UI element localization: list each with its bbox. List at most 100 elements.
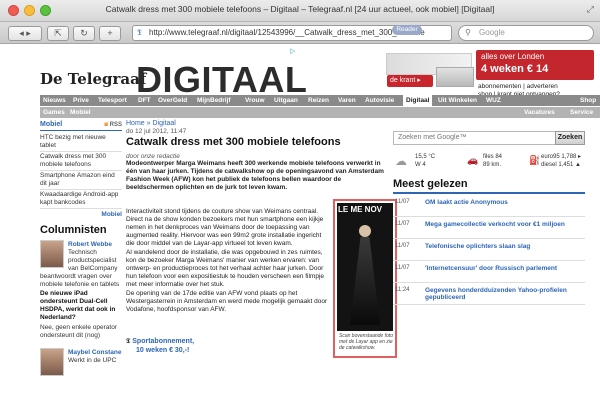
nav-item-uit-winkelen[interactable]: Uit Winkelen xyxy=(438,95,477,106)
most-read-title[interactable]: Mega gamecollectie verkocht voor €1 milj… xyxy=(425,221,583,228)
most-read-heading: Meest gelezen xyxy=(393,178,468,190)
url-text: http://www.telegraaf.nl/digitaal/1254399… xyxy=(149,28,425,37)
nav-item-wuz[interactable]: WUZ xyxy=(486,95,501,106)
nav-item-uitgaan[interactable]: Uitgaan xyxy=(274,95,298,106)
reload-icon[interactable]: ↻ xyxy=(73,26,95,41)
subnav-item-mobiel[interactable]: Mobiel xyxy=(70,107,91,118)
nav-item-reizen[interactable]: Reizen xyxy=(308,95,329,106)
article-title: Catwalk dress met 300 mobiele telefoons xyxy=(126,136,341,148)
columnist-description: beantwoordt vragen over mobiele telefoni… xyxy=(40,273,120,288)
reader-button[interactable]: Reader xyxy=(392,25,422,35)
telegraaf-t-icon: 𝕿 xyxy=(126,338,131,345)
ad-line-2: 4 weken € 14 xyxy=(481,63,549,75)
krant-badge[interactable]: de krant ▸ xyxy=(387,75,433,87)
article-body: Interactiviteit stond tijdens de couture… xyxy=(126,208,328,314)
sport-subscription-link[interactable]: 𝕿 Sportabonnement, 10 weken € 30,-! xyxy=(126,337,194,355)
columnist-avatar[interactable] xyxy=(40,240,64,268)
article-paragraph: Al wandelend door de installatie, die wa… xyxy=(126,249,325,288)
zoom-window-button[interactable] xyxy=(40,5,51,16)
fuel-euro95[interactable]: euro95 1,788 ▸ xyxy=(541,154,581,161)
add-tab-icon[interactable]: + xyxy=(99,26,121,41)
most-read-title[interactable]: OM laakt actie Anonymous xyxy=(425,199,583,206)
info-strip: ☁ 15,5 °C W 4 🚗 files 84 89 km. ⛽ euro95… xyxy=(393,152,585,172)
nav-item-nieuws[interactable]: Nieuws xyxy=(43,95,66,106)
search-icon: ⚲ xyxy=(465,28,471,37)
model-dress xyxy=(350,237,380,325)
most-read-title[interactable]: Gegevens honderdduizenden Yahoo-profiele… xyxy=(425,287,583,301)
article-paragraph: Interactiviteit stond tijdens de couture… xyxy=(126,208,324,247)
sidebar-more-link[interactable]: Mobiel xyxy=(40,211,122,218)
figure-caption: Scan bovenstaande foto met de Layar app … xyxy=(339,333,393,351)
fullscreen-icon[interactable]: ⤢ xyxy=(587,4,594,15)
columnist-headline[interactable]: De nieuwe iPad ondersteunt Dual-Cell HSD… xyxy=(40,290,122,322)
primary-nav: Nieuws Prive Telesport DFT OverGeld Mijn… xyxy=(40,95,600,106)
nav-item-telesport[interactable]: Telesport xyxy=(98,95,127,106)
most-read-date: 11/07 xyxy=(395,221,410,227)
window-titlebar: Catwalk dress met 300 mobiele telefoons … xyxy=(0,0,600,22)
ad-choice-icon[interactable]: ▷ xyxy=(290,47,295,55)
most-read-item[interactable]: 11/07 OM laakt actie Anonymous xyxy=(393,195,585,217)
sidebar: Mobiel ◙ RSS HTC bezig met nieuwe tablet… xyxy=(40,120,122,390)
ad-line-1: alles over Londen xyxy=(481,52,545,61)
breadcrumb[interactable]: Home » Digitaal xyxy=(126,120,386,127)
most-read-item[interactable]: 11/07 Mega gamecollectie verkocht voor €… xyxy=(393,217,585,239)
back-forward-buttons[interactable]: ◂ ▸ xyxy=(8,26,42,41)
photo-backdrop-text: LE ME NOV xyxy=(338,205,383,214)
promo-link-1[interactable]: abonnementen | adverteren xyxy=(478,83,596,91)
weather-temp[interactable]: 15,5 °C xyxy=(415,154,435,161)
traffic-files[interactable]: files 84 xyxy=(483,154,502,161)
columnist-avatar[interactable] xyxy=(40,348,64,376)
columnist-name[interactable]: Robert Webbe xyxy=(68,241,122,249)
nav-item-shop[interactable]: Shop xyxy=(580,95,596,106)
fuel-pump-icon: ⛽ xyxy=(529,155,541,165)
sidebar-item-htc[interactable]: HTC bezig met nieuwe tablet xyxy=(40,134,122,152)
nav-item-autovisie[interactable]: Autovisie xyxy=(365,95,394,106)
traffic-km: 89 km. xyxy=(483,162,502,168)
most-read-title[interactable]: 'Internetcensuur' door Russisch parlemen… xyxy=(425,265,583,272)
columnist-teaser: Nee, geen enkele operator ondersteunt di… xyxy=(40,324,117,339)
subnav-item-vacatures[interactable]: Vacatures xyxy=(524,107,555,118)
nav-item-vrouw[interactable]: Vrouw xyxy=(245,95,265,106)
sidebar-item-catwalk[interactable]: Catwalk dress met 300 mobiele telefoons xyxy=(40,153,122,171)
subnav-item-service[interactable]: Service xyxy=(570,107,593,118)
sport-link-line-1: Sportabonnement, xyxy=(132,338,195,345)
article-lead: Modeontwerper Marga Weimans heeft 300 we… xyxy=(126,160,384,191)
columnisten-heading: Columnisten xyxy=(40,224,107,236)
london-ad-banner[interactable]: alles over Londen 4 weken € 14 xyxy=(476,50,594,80)
sidebar-item-amazon[interactable]: Smartphone Amazon eind dit jaar xyxy=(40,172,122,190)
columnist-role: Technisch productspecialist van BelCompa… xyxy=(68,249,118,272)
minimize-window-button[interactable] xyxy=(24,5,35,16)
cloud-icon: ☁ xyxy=(395,154,407,168)
columnist-name[interactable]: Maybel Constane xyxy=(68,349,122,357)
tablet-thumbnail[interactable] xyxy=(436,67,474,87)
nav-item-varen[interactable]: Varen xyxy=(338,95,356,106)
most-read-item[interactable]: 11/07 Telefonische oplichters slaan slag xyxy=(393,239,585,261)
most-read-divider xyxy=(393,192,585,194)
article-figure[interactable]: LE ME NOV Scan bovenstaande foto met de … xyxy=(333,199,397,358)
weather-wind: W 4 xyxy=(415,162,426,168)
most-read-date: 11/07 xyxy=(395,265,410,271)
article-byline: door onze redactie xyxy=(126,153,180,160)
nav-item-prive[interactable]: Prive xyxy=(73,95,89,106)
site-search-button[interactable]: Zoeken xyxy=(555,131,585,145)
nav-item-overgeld[interactable]: OverGeld xyxy=(158,95,187,106)
most-read-title[interactable]: Telefonische oplichters slaan slag xyxy=(425,243,583,250)
share-icon[interactable]: ⇱ xyxy=(47,26,69,41)
browser-search-field[interactable]: ⚲ Google xyxy=(458,25,594,41)
most-read-item[interactable]: 11:24 Gegevens honderdduizenden Yahoo-pr… xyxy=(393,283,585,305)
nav-item-dft[interactable]: DFT xyxy=(138,95,151,106)
most-read-item[interactable]: 11/07 'Internetcensuur' door Russisch pa… xyxy=(393,261,585,283)
sport-link-line-2: 10 weken € 30,-! xyxy=(136,347,190,354)
rss-icon: ◙ xyxy=(104,122,108,128)
window-title: Catwalk dress met 300 mobiele telefoons … xyxy=(105,4,495,14)
close-window-button[interactable] xyxy=(8,5,19,16)
search-placeholder: Google xyxy=(479,28,505,37)
nav-item-mijnbedrijf[interactable]: MijnBedrijf xyxy=(197,95,231,106)
rss-link[interactable]: ◙ RSS xyxy=(104,120,122,130)
nav-item-digitaal[interactable]: Digitaal xyxy=(403,95,433,106)
subnav-item-games[interactable]: Games xyxy=(43,107,65,118)
sidebar-item-android[interactable]: Kwaadaardige Android-app kapt bankcodes xyxy=(40,191,122,209)
fuel-diesel: diesel 1,451 ▲ xyxy=(541,162,581,168)
site-logo[interactable]: De Telegraaf xyxy=(40,70,146,88)
article-date: do 12 jul 2012, 11:47 xyxy=(126,128,187,135)
